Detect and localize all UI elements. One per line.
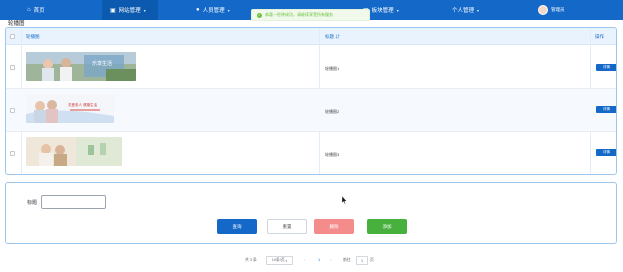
header-action: 操作 — [595, 34, 604, 39]
nav-item-personal[interactable]: 个人管理 ▾ — [452, 0, 479, 20]
avatar[interactable] — [538, 5, 548, 15]
svg-text:乐享生活: 乐享生活 — [92, 60, 112, 67]
check-icon: ✓ — [257, 12, 262, 18]
breadcrumb: 轮播图 — [8, 21, 25, 27]
carousel-image: 乐享生活 — [26, 52, 136, 81]
chevron-down-icon: ▾ — [143, 7, 146, 13]
goto-page-input[interactable]: 1 — [356, 256, 368, 265]
nav-item-website[interactable]: ▣ 网站管理 ▾ — [102, 0, 158, 20]
search-panel: 标题 查询 重置 删除 添加 — [5, 182, 617, 244]
title-search-input[interactable] — [41, 195, 106, 209]
nav-item-people[interactable]: ● 人员管理 ▾ — [196, 0, 230, 20]
detail-button[interactable]: 详情 — [596, 64, 616, 71]
goto-prefix: 前往 — [343, 258, 351, 262]
toast-text: 恭喜一秒钟成功，请继续享受所有服务 — [265, 12, 333, 17]
website-icon: ▣ — [110, 7, 116, 14]
success-toast: ✓ 恭喜一秒钟成功，请继续享受所有服务 — [251, 9, 370, 21]
reset-button[interactable]: 重置 — [267, 219, 307, 234]
pagination: 共 3 条 10条/页 ▾ ‹ 1 › 前往 1 页 — [0, 256, 623, 266]
carousel-image: 关爱老人 健康生活 — [26, 94, 114, 123]
table-row: 关爱老人 健康生活 轮播图2 详情 — [6, 89, 616, 132]
chevron-down-icon: ▾ — [227, 7, 230, 13]
row-title: 轮播图3 — [325, 152, 340, 157]
header-title[interactable]: 标题 ⇵ — [325, 34, 340, 40]
row-checkbox[interactable] — [10, 65, 15, 70]
prev-page-button[interactable]: ‹ — [304, 258, 305, 262]
user-icon: ● — [196, 7, 200, 13]
select-all-checkbox[interactable] — [10, 34, 15, 39]
detail-button[interactable]: 详情 — [596, 106, 616, 113]
row-title: 轮播图1 — [325, 66, 340, 71]
carousel-table: 轮播图 标题 ⇵ 操作 乐享生活 轮播图1 详情 关爱老人 健康生活 轮播图2 … — [5, 27, 617, 175]
table-row: 轮播图3 详情 — [6, 132, 616, 174]
detail-button[interactable]: 详情 — [596, 149, 616, 156]
svg-text:关爱老人 健康生活: 关爱老人 健康生活 — [68, 102, 98, 107]
goto-suffix: 页 — [370, 258, 374, 262]
mouse-cursor-icon — [342, 196, 347, 204]
current-page[interactable]: 1 — [318, 258, 320, 262]
row-checkbox[interactable] — [10, 108, 15, 113]
page-size-select[interactable]: 10条/页 ▾ — [266, 256, 293, 265]
add-button[interactable]: 添加 — [367, 219, 407, 234]
query-button[interactable]: 查询 — [217, 219, 257, 234]
nav-item-home[interactable]: ⌂ 首页 — [27, 0, 45, 20]
table-header: 轮播图 标题 ⇵ 操作 — [6, 28, 616, 45]
chevron-down-icon: ▾ — [477, 7, 480, 13]
delete-button[interactable]: 删除 — [314, 219, 354, 234]
row-title: 轮播图2 — [325, 109, 340, 114]
home-icon: ⌂ — [27, 7, 31, 13]
row-checkbox[interactable] — [10, 151, 15, 156]
chevron-down-icon: ▾ — [285, 258, 288, 263]
header-image: 轮播图 — [26, 34, 40, 39]
chevron-down-icon: ▾ — [396, 7, 399, 13]
carousel-image — [26, 137, 122, 166]
table-row: 乐享生活 轮播图1 详情 — [6, 46, 616, 89]
sort-icon: ⇵ — [335, 34, 340, 39]
total-count: 共 3 条 — [245, 258, 257, 262]
title-label: 标题 — [27, 200, 38, 206]
username[interactable]: 管理员 — [551, 7, 565, 13]
next-page-button[interactable]: › — [330, 258, 331, 262]
